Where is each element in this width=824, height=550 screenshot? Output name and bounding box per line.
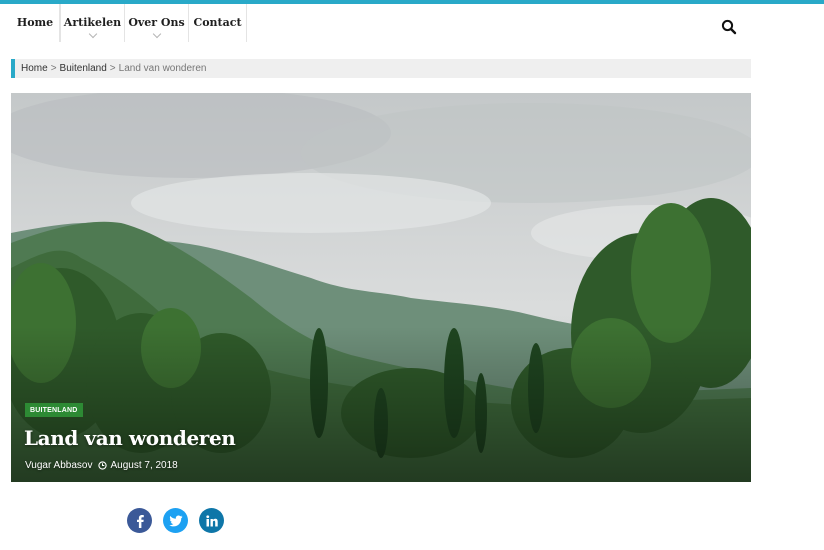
- post-date: August 7, 2018: [110, 459, 178, 471]
- search-icon: [721, 19, 737, 35]
- breadcrumb-category-link[interactable]: Buitenland: [60, 63, 107, 74]
- breadcrumb-separator: >: [50, 63, 57, 74]
- chevron-down-icon: [88, 29, 97, 39]
- breadcrumb: Home > Buitenland > Land van wonderen: [11, 59, 751, 78]
- nav-item-home[interactable]: Home: [10, 4, 60, 42]
- nav-item-over-ons[interactable]: Over Ons: [125, 4, 189, 42]
- twitter-icon: [168, 515, 182, 526]
- facebook-icon: [136, 514, 144, 528]
- share-facebook-button[interactable]: [127, 508, 152, 533]
- linkedin-icon: [205, 514, 218, 526]
- nav-item-label: Artikelen: [63, 15, 122, 29]
- post-title: Land van wonderen: [24, 426, 236, 450]
- chevron-down-icon: [152, 29, 161, 39]
- author-link[interactable]: Vugar Abbasov: [25, 460, 92, 471]
- post-meta: Vugar Abbasov August 7, 2018: [25, 458, 178, 472]
- nav-item-label: Over Ons: [128, 15, 185, 29]
- search-button[interactable]: [720, 18, 738, 36]
- breadcrumb-current: Land van wonderen: [118, 63, 207, 74]
- nav-item-contact[interactable]: Contact: [189, 4, 247, 42]
- landscape-illustration: [11, 93, 751, 482]
- breadcrumb-home-link[interactable]: Home: [21, 63, 48, 74]
- nav-item-label: Contact: [193, 15, 242, 29]
- clock-icon: [98, 460, 108, 470]
- breadcrumb-separator: >: [109, 63, 116, 74]
- nav-item-label: Home: [16, 15, 54, 29]
- main-nav: Home Artikelen Over Ons Contact: [0, 4, 824, 42]
- share-linkedin-button[interactable]: [199, 508, 224, 533]
- featured-image: [11, 93, 751, 482]
- category-badge[interactable]: BUITENLAND: [25, 403, 83, 417]
- nav-item-artikelen[interactable]: Artikelen: [60, 4, 125, 42]
- share-twitter-button[interactable]: [163, 508, 188, 533]
